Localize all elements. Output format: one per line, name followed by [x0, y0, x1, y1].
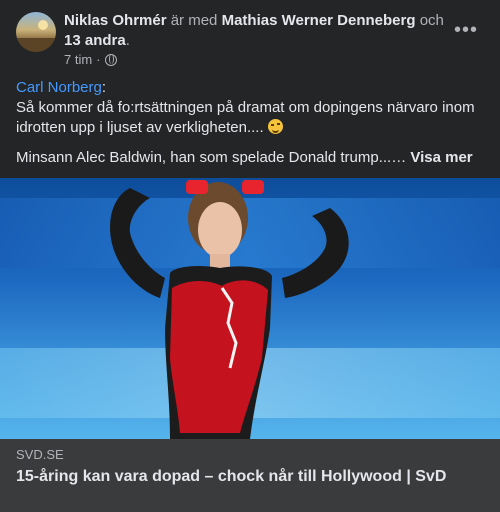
more-options-icon[interactable]: •••	[454, 20, 478, 40]
post-time[interactable]: 7 tim	[64, 52, 92, 67]
post-text-1: Så kommer då fo:rtsättningen på dramat o…	[16, 99, 475, 136]
others-link[interactable]: 13 andra	[64, 32, 126, 49]
post-meta: 7 tim ·	[64, 52, 117, 67]
link-preview-image[interactable]	[0, 178, 500, 439]
post-text-2: Minsann Alec Baldwin, han som spelade Do…	[16, 149, 411, 166]
skater-face	[198, 202, 242, 258]
link-preview-card[interactable]: SVD.SE 15-åring kan vara dopad – chock n…	[0, 439, 500, 512]
author-name[interactable]: Niklas Ohrmér	[64, 12, 167, 29]
avatar-landscape	[16, 38, 56, 52]
post-paragraph-2: Minsann Alec Baldwin, han som spelade Do…	[16, 148, 484, 168]
mention-suffix: :	[101, 79, 107, 96]
skater-right-arm	[282, 208, 349, 298]
byline-period: .	[125, 32, 130, 49]
post-header: Niklas Ohrmér är med Mathias Werner Denn…	[0, 0, 500, 76]
post-body: Carl Norberg: Så kommer då fo:rtsättning…	[16, 78, 484, 168]
meta-separator: ·	[96, 52, 101, 67]
tagged-person[interactable]: Mathias Werner Denneberg	[222, 12, 416, 29]
figure-skater-illustration	[110, 180, 349, 439]
link-headline[interactable]: 15-åring kan vara dopad – chock når till…	[16, 467, 486, 487]
skater-left-arm	[110, 188, 165, 298]
globe-icon[interactable]	[104, 53, 117, 66]
skater-hair-bow-left	[186, 180, 208, 194]
see-more-button[interactable]: Visa mer	[410, 149, 472, 166]
winking-face-emoji-icon	[267, 119, 283, 134]
skater-hair-bow-right	[242, 180, 264, 194]
with-text: är med	[166, 12, 222, 29]
post-byline: Niklas Ohrmér är med Mathias Werner Denn…	[64, 11, 449, 51]
post-paragraph-1: Carl Norberg: Så kommer då fo:rtsättning…	[16, 78, 484, 138]
mention-link[interactable]: Carl Norberg	[16, 79, 102, 96]
link-domain: SVD.SE	[16, 447, 64, 462]
avatar-sun	[38, 20, 48, 30]
and-text: och	[415, 12, 444, 29]
author-avatar[interactable]	[16, 12, 56, 52]
